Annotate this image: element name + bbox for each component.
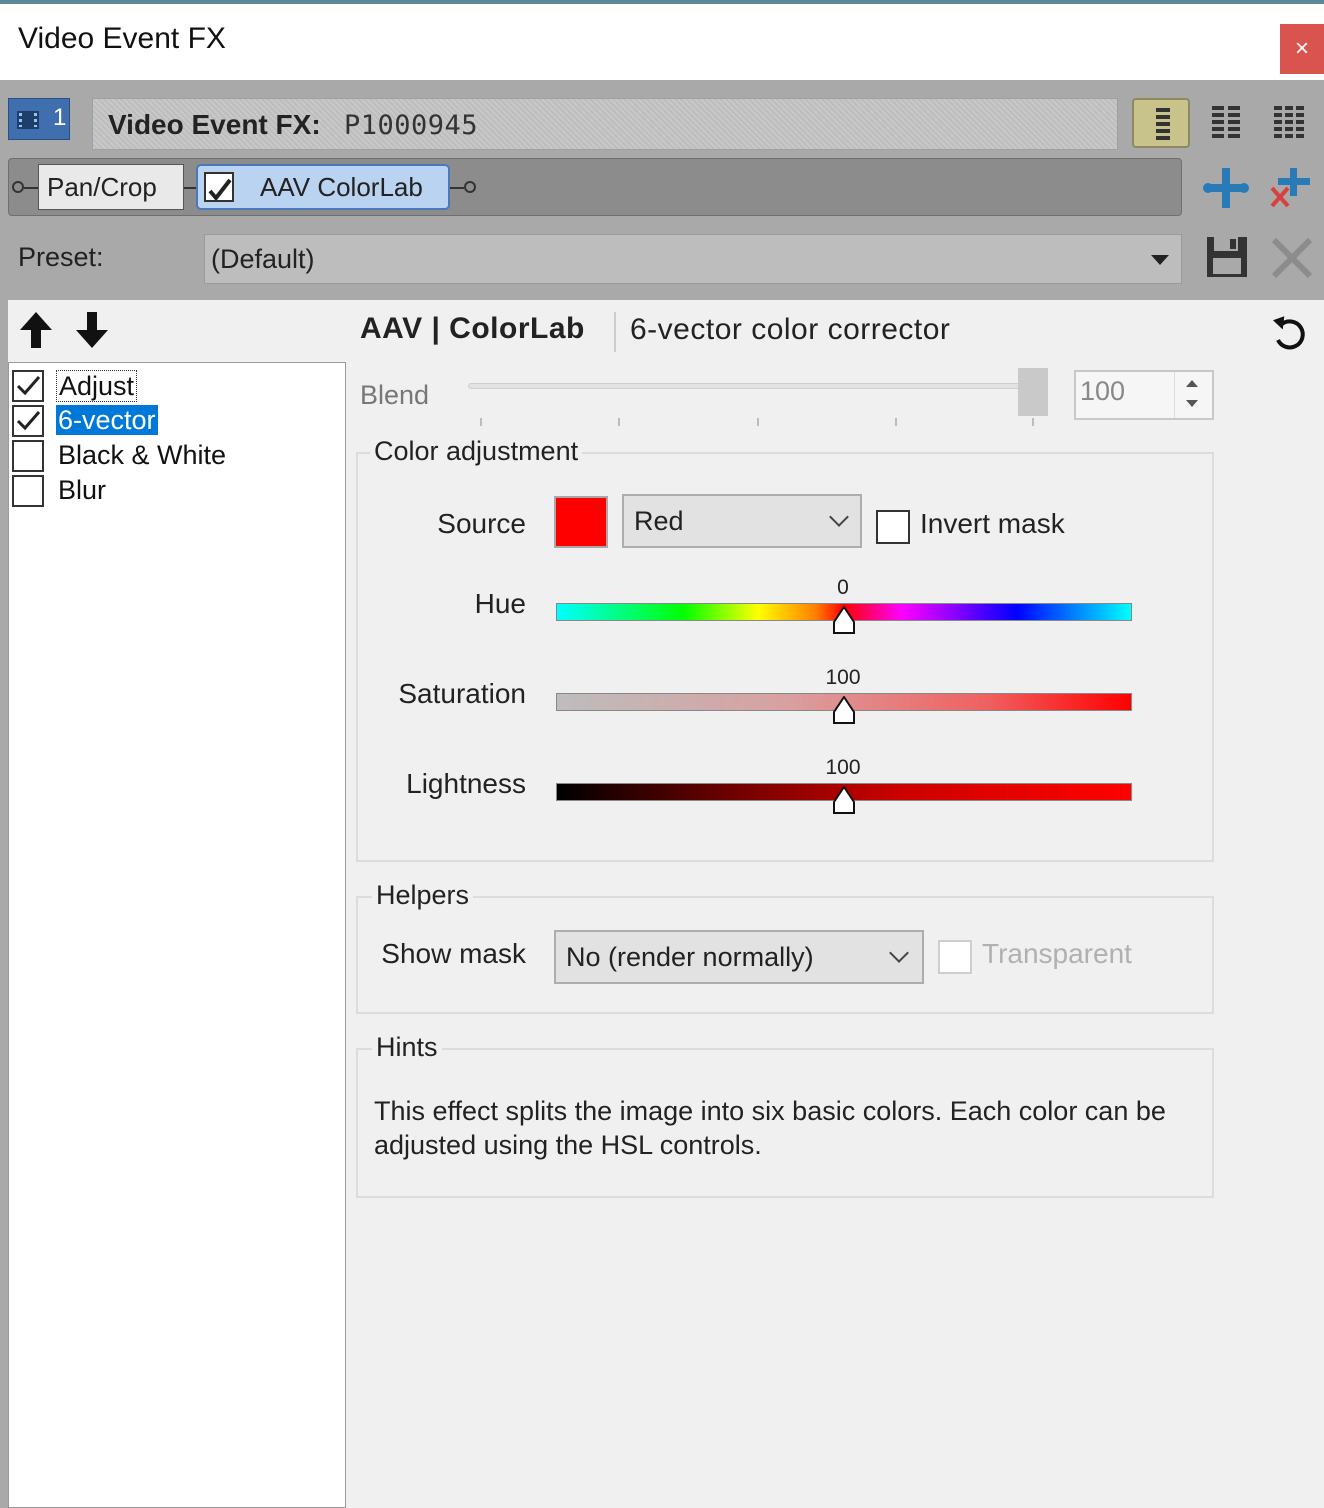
blend-spinbox[interactable]: 100	[1074, 370, 1214, 420]
source-value: Red	[634, 506, 684, 536]
blend-label: Blend	[360, 380, 430, 410]
grid-view-icon	[1212, 106, 1240, 138]
list-item-label: 6-vector	[56, 405, 158, 435]
floppy-disk-icon	[1207, 237, 1247, 277]
arrow-down-icon	[76, 312, 108, 348]
plug-in-icon	[1203, 168, 1249, 208]
undo-icon	[1272, 316, 1305, 350]
delete-preset-button[interactable]	[1268, 234, 1316, 282]
arrow-up-icon	[20, 312, 52, 348]
blend-slider-thumb[interactable]	[1018, 368, 1048, 416]
header-divider	[614, 312, 616, 352]
helpers-title: Helpers	[372, 880, 474, 911]
chain-end-node	[464, 181, 476, 193]
list-item-label: Adjust	[56, 370, 138, 402]
chain-connector	[24, 187, 38, 189]
move-up-button[interactable]	[16, 310, 56, 350]
saturation-label: Saturation	[398, 678, 526, 709]
track-badge[interactable]: 1	[8, 98, 70, 140]
dense-grid-view-icon	[1274, 106, 1304, 138]
slider-tick	[618, 418, 620, 426]
delete-x-icon	[1271, 237, 1313, 279]
film-icon	[17, 111, 39, 129]
save-preset-button[interactable]	[1204, 234, 1250, 280]
source-label: Source	[437, 508, 526, 539]
view-grid-dense-button[interactable]	[1262, 98, 1320, 148]
black-white-checkbox[interactable]	[12, 440, 44, 472]
preset-dropdown[interactable]: (Default)	[204, 234, 1182, 284]
reset-button[interactable]	[1270, 312, 1310, 352]
spin-buttons	[1174, 372, 1212, 418]
window-title: Video Event FX	[18, 22, 226, 55]
slider-tick	[895, 418, 897, 426]
show-mask-dropdown[interactable]: No (render normally)	[554, 930, 924, 984]
blend-slider-track[interactable]	[468, 383, 1040, 389]
chevron-down-icon	[829, 507, 849, 527]
plugin-description: 6-vector color corrector	[630, 313, 951, 346]
plugin-aav-colorlab[interactable]: AAV ColorLab	[196, 164, 450, 210]
hue-label: Hue	[474, 588, 526, 619]
source-dropdown[interactable]: Red	[622, 494, 862, 548]
transparent-label: Transparent	[982, 938, 1132, 969]
show-mask-label: Show mask	[381, 938, 526, 969]
dropdown-arrow-icon	[1151, 255, 1169, 265]
chain-connector	[450, 187, 464, 189]
hints-title: Hints	[372, 1032, 442, 1063]
checkmark-icon	[16, 411, 41, 431]
lightness-slider-thumb[interactable]	[832, 786, 856, 814]
chain-start-node	[12, 181, 24, 193]
transparent-checkbox[interactable]	[938, 940, 972, 974]
plugin-enable-checkbox[interactable]	[204, 172, 234, 202]
hue-value: 0	[837, 576, 849, 599]
plugin-pan-crop[interactable]: Pan/Crop	[38, 164, 184, 210]
chain-connector	[184, 187, 196, 189]
plugin-label: AAV ColorLab	[260, 172, 423, 202]
preset-value: (Default)	[211, 244, 315, 274]
invert-mask-label: Invert mask	[920, 508, 1065, 539]
track-number: 1	[53, 104, 67, 131]
checkmark-icon	[208, 178, 232, 202]
source-color-swatch[interactable]	[554, 496, 608, 548]
close-button[interactable]: ×	[1280, 24, 1324, 74]
saturation-slider-thumb[interactable]	[832, 696, 856, 724]
slider-tick	[1032, 418, 1034, 426]
show-mask-value: No (render normally)	[566, 942, 814, 972]
effects-list-panel	[8, 362, 346, 1508]
list-view-icon	[1156, 108, 1170, 140]
checkmark-icon	[16, 376, 41, 396]
saturation-value: 100	[825, 666, 861, 689]
chevron-down-icon	[889, 943, 909, 963]
preset-label: Preset:	[18, 242, 104, 272]
color-adjustment-title: Color adjustment	[370, 436, 583, 467]
adjust-checkbox[interactable]	[12, 370, 44, 402]
list-item-label: Black & White	[58, 440, 227, 470]
insert-plugin-button[interactable]	[1202, 166, 1250, 210]
view-grid-button[interactable]	[1200, 98, 1258, 148]
blur-checkbox[interactable]	[12, 475, 44, 507]
list-item-label: Blur	[58, 475, 107, 505]
event-name: P1000945	[344, 110, 479, 141]
view-list-button[interactable]	[1132, 98, 1190, 148]
slider-tick	[757, 418, 759, 426]
plugin-brand: AAV | ColorLab	[360, 312, 585, 345]
spin-down-icon[interactable]	[1186, 400, 1198, 407]
fx-header-label: Video Event FX:	[108, 109, 321, 140]
lightness-value: 100	[825, 756, 861, 779]
hints-text: This effect splits the image into six ba…	[374, 1096, 1166, 1160]
slider-tick	[480, 418, 482, 426]
blend-value: 100	[1080, 376, 1126, 406]
move-down-button[interactable]	[72, 310, 112, 350]
lightness-label: Lightness	[406, 768, 526, 799]
plug-remove-icon	[1270, 168, 1310, 208]
spin-up-icon[interactable]	[1186, 380, 1198, 387]
remove-plugin-button[interactable]	[1266, 166, 1316, 210]
6-vector-checkbox[interactable]	[12, 405, 44, 437]
hue-slider-thumb[interactable]	[832, 606, 856, 634]
invert-mask-checkbox[interactable]	[876, 510, 910, 544]
